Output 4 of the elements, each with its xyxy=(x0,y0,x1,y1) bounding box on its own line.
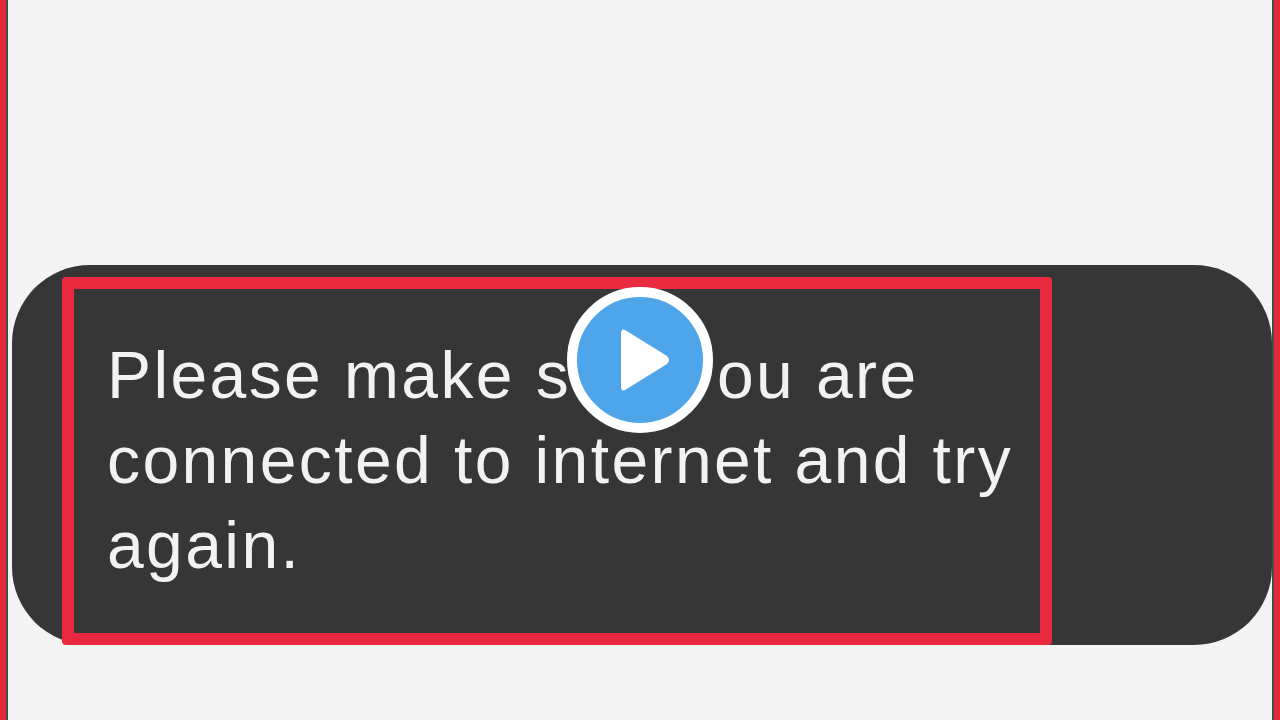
message-text: ou are xyxy=(717,338,919,412)
message-text: connected to internet and try xyxy=(107,423,1014,497)
message-text: Please make s xyxy=(107,338,572,412)
message-text: again. xyxy=(107,508,302,582)
